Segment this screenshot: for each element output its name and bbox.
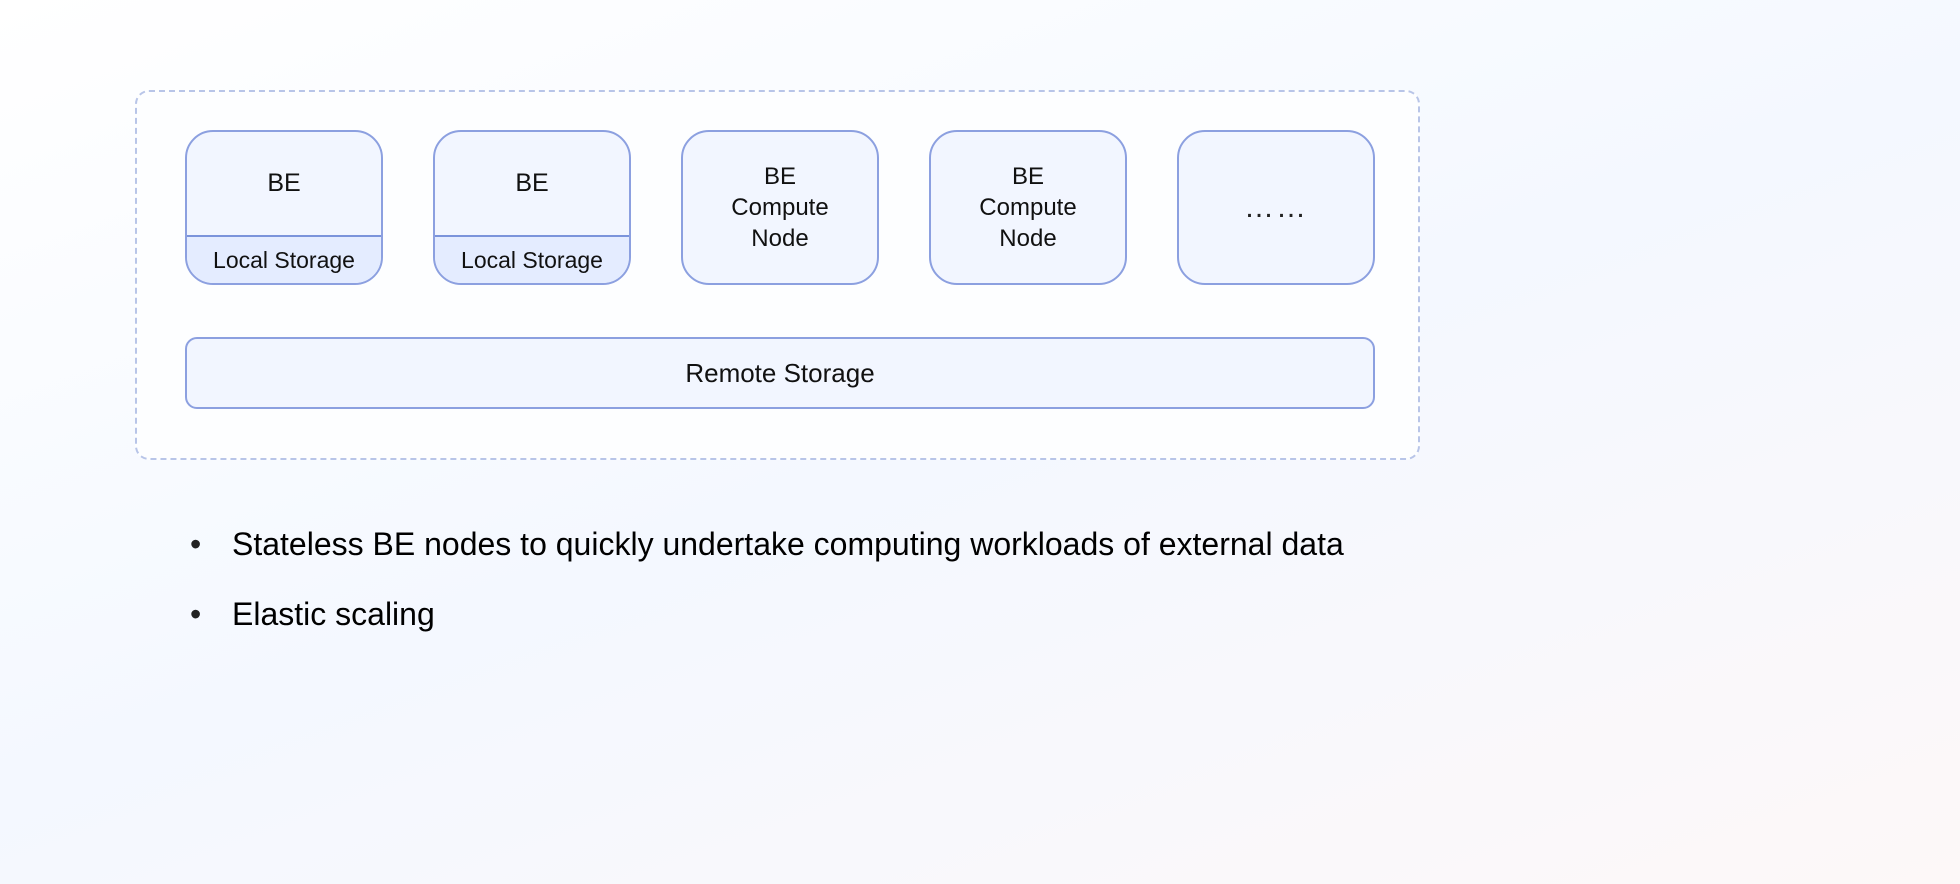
be-node-1-title: BE xyxy=(187,132,381,235)
be-node-2-storage: Local Storage xyxy=(435,235,629,283)
be-compute-node-2-title: BE Compute Node xyxy=(971,132,1084,283)
more-nodes: …… xyxy=(1177,130,1375,285)
be-compute-node-1-title: BE Compute Node xyxy=(723,132,836,283)
remote-storage-bar: Remote Storage xyxy=(185,337,1375,409)
more-nodes-label: …… xyxy=(1244,191,1308,225)
bullet-list: Stateless BE nodes to quickly undertake … xyxy=(190,520,1390,660)
nodes-row: BE Local Storage BE Local Storage BE Com… xyxy=(185,130,1375,285)
be-node-1: BE Local Storage xyxy=(185,130,383,285)
remote-storage-label: Remote Storage xyxy=(685,358,874,389)
architecture-diagram: BE Local Storage BE Local Storage BE Com… xyxy=(135,90,1420,460)
be-node-2-title: BE xyxy=(435,132,629,235)
be-compute-node-2: BE Compute Node xyxy=(929,130,1127,285)
bullet-item-2: Elastic scaling xyxy=(190,590,1390,638)
be-node-1-storage: Local Storage xyxy=(187,235,381,283)
be-node-2: BE Local Storage xyxy=(433,130,631,285)
be-compute-node-1: BE Compute Node xyxy=(681,130,879,285)
bullet-item-1: Stateless BE nodes to quickly undertake … xyxy=(190,520,1390,568)
